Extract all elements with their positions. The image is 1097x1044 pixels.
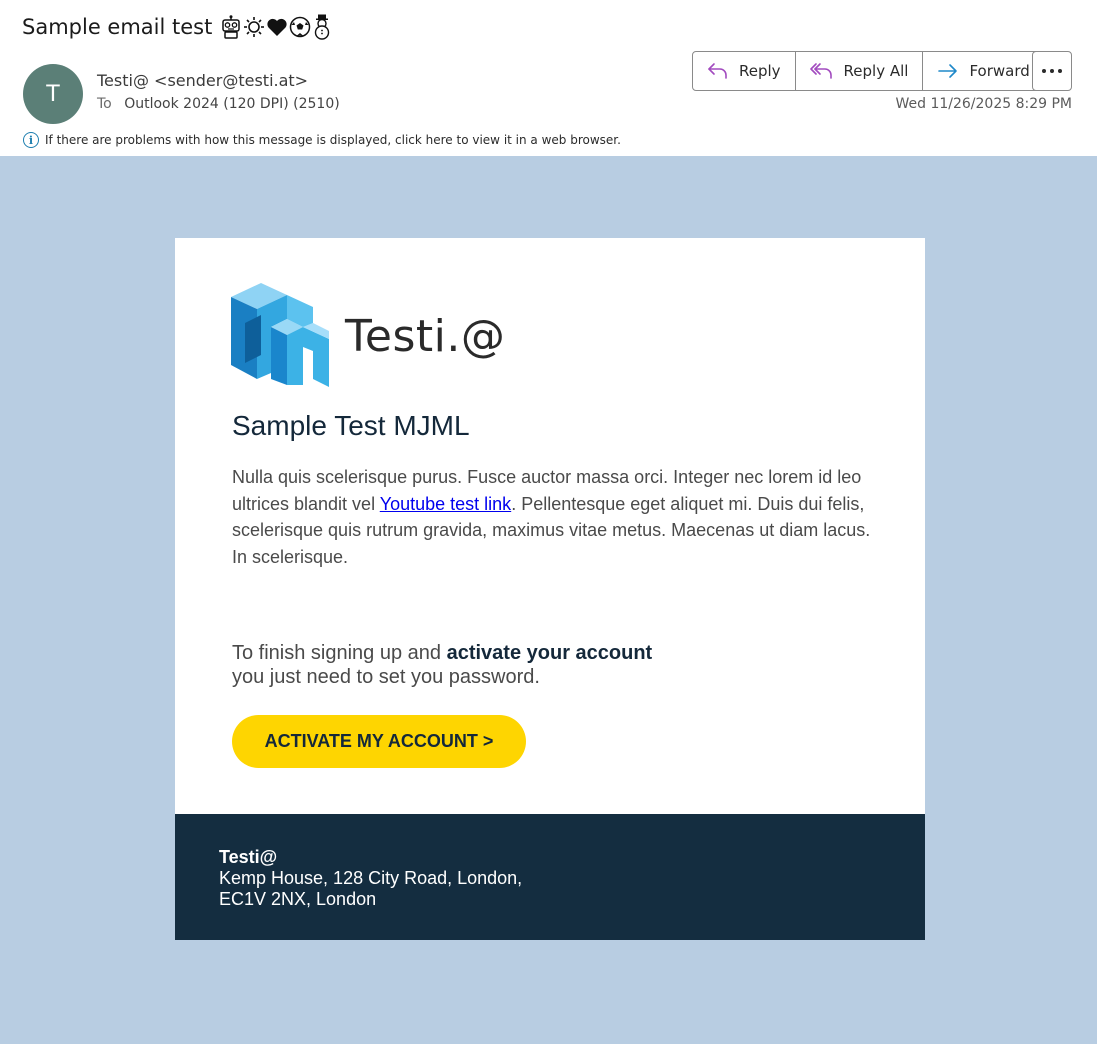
activate-account-button[interactable]: ACTIVATE MY ACCOUNT > bbox=[232, 715, 526, 768]
email-content-card: Testi.@ Sample Test MJML Nulla quis scel… bbox=[175, 238, 925, 814]
info-bar[interactable]: i If there are problems with how this me… bbox=[23, 130, 621, 150]
reply-icon bbox=[708, 63, 727, 79]
footer-address-line-2: EC1V 2NX, London bbox=[219, 889, 377, 909]
forward-label: Forward bbox=[969, 62, 1030, 80]
reply-label: Reply bbox=[739, 62, 781, 80]
sun-emoji-icon bbox=[244, 17, 265, 37]
footer-address: Testi@ Kemp House, 128 City Road, London… bbox=[219, 847, 522, 910]
more-actions-button[interactable] bbox=[1032, 51, 1072, 91]
reply-all-label: Reply All bbox=[843, 62, 909, 80]
heart-emoji-icon bbox=[267, 18, 287, 36]
brand-logo-text: Testi.@ bbox=[345, 311, 506, 362]
footer-company-name: Testi@ bbox=[219, 847, 278, 867]
sender-display[interactable]: Testi@ <sender@testi.at> bbox=[97, 71, 308, 90]
soccer-ball-emoji-icon bbox=[290, 16, 311, 38]
activation-emphasis: activate your account bbox=[446, 642, 653, 664]
recipient-row: To Outlook 2024 (120 DPI) (2510) bbox=[97, 96, 340, 112]
recipient-name[interactable]: Outlook 2024 (120 DPI) (2510) bbox=[124, 96, 340, 112]
ellipsis-icon bbox=[1042, 69, 1062, 73]
snowman-emoji-icon bbox=[315, 14, 330, 40]
reply-all-button[interactable]: Reply All bbox=[796, 52, 924, 90]
brand-logo: Testi.@ bbox=[231, 275, 505, 387]
message-date: Wed 11/26/2025 8:29 PM bbox=[895, 96, 1072, 112]
footer-address-line-1: Kemp House, 128 City Road, London, bbox=[219, 868, 523, 888]
brand-logo-icon bbox=[231, 283, 329, 387]
activation-message: To finish signing up and activate your a… bbox=[232, 641, 652, 689]
subject-text: Sample email test bbox=[22, 15, 213, 39]
reply-all-icon bbox=[809, 63, 832, 79]
forward-arrow-icon bbox=[938, 64, 958, 78]
email-paragraph: Nulla quis scelerisque purus. Fusce auct… bbox=[232, 464, 882, 570]
forward-button[interactable]: Forward bbox=[923, 52, 1043, 90]
info-icon: i bbox=[23, 132, 39, 148]
activation-prefix: To finish signing up and bbox=[232, 642, 447, 664]
message-header: Sample email test T Testi@ <sender@testi… bbox=[0, 0, 1097, 156]
email-footer: Testi@ Kemp House, 128 City Road, London… bbox=[175, 814, 925, 940]
info-bar-text[interactable]: If there are problems with how this mess… bbox=[45, 133, 621, 147]
email-body-canvas: Testi.@ Sample Test MJML Nulla quis scel… bbox=[0, 156, 1097, 1044]
robot-emoji-icon bbox=[222, 15, 241, 39]
message-subject: Sample email test bbox=[22, 14, 332, 40]
activation-line-2: you just need to set you password. bbox=[232, 666, 540, 688]
subject-emojis bbox=[220, 14, 332, 40]
email-heading: Sample Test MJML bbox=[232, 410, 470, 441]
to-label: To bbox=[97, 96, 112, 112]
message-actions: Reply Reply All Forward bbox=[692, 51, 1045, 91]
youtube-test-link[interactable]: Youtube test link bbox=[380, 494, 511, 514]
sender-avatar[interactable]: T bbox=[23, 64, 83, 124]
reply-button[interactable]: Reply bbox=[693, 52, 796, 90]
